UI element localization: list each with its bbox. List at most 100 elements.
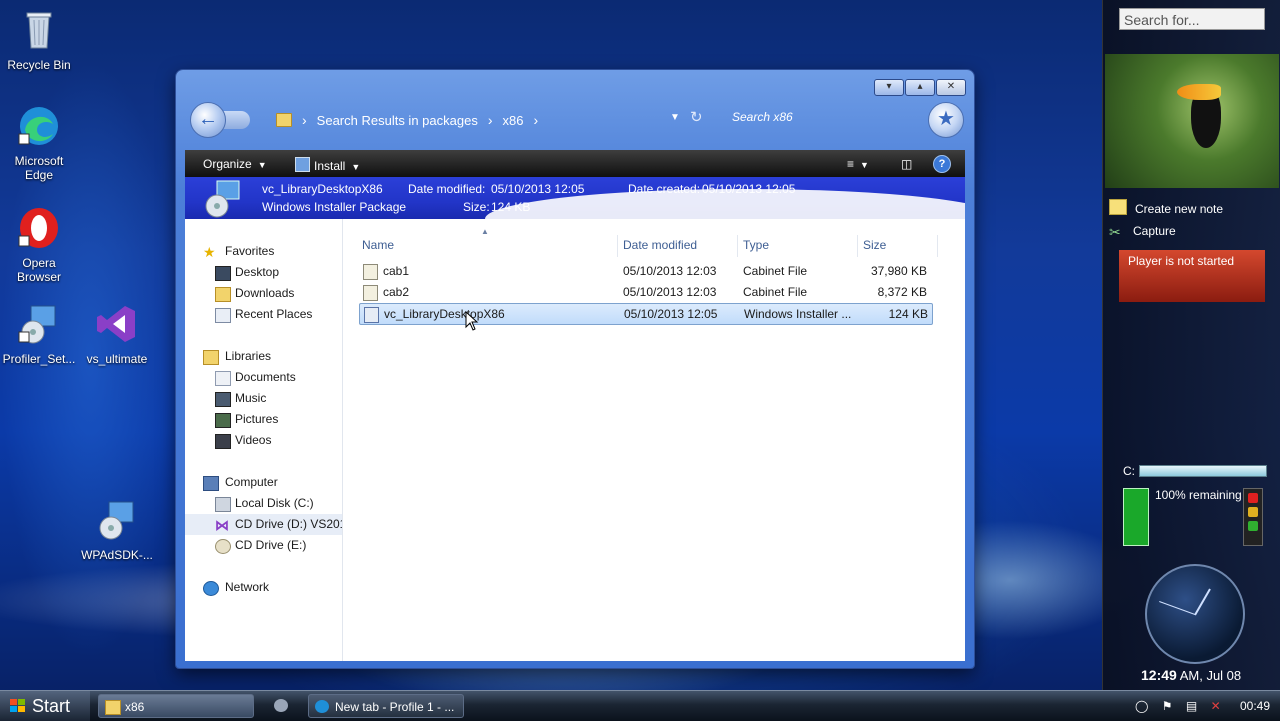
column-divider[interactable] bbox=[857, 235, 858, 257]
column-divider[interactable] bbox=[937, 235, 938, 257]
desktop-icon-label: Microsoft Edge bbox=[14, 154, 64, 182]
chevron-down-icon: ▼ bbox=[257, 160, 267, 170]
yellow-light-icon bbox=[1248, 507, 1258, 517]
file-list: ▲ Name Date modified Type Size cab1 05/1… bbox=[355, 219, 965, 661]
desktop-icon-opera[interactable]: Opera Browser bbox=[0, 206, 78, 284]
help-icon[interactable]: ? bbox=[933, 155, 951, 173]
preview-pane-button[interactable]: ◫ bbox=[901, 157, 912, 171]
network-tray-icon[interactable]: ▤ bbox=[1186, 699, 1197, 713]
network-icon bbox=[203, 581, 219, 596]
note-icon bbox=[1109, 199, 1127, 215]
drive-label: C: bbox=[1123, 464, 1135, 478]
nav-label: Local Disk (C:) bbox=[235, 496, 314, 510]
file-row-cab2[interactable]: cab2 05/10/2013 12:03 Cabinet File 8,372… bbox=[359, 282, 931, 302]
back-button[interactable]: ← bbox=[190, 102, 226, 138]
nav-item-local-disk[interactable]: Local Disk (C:) bbox=[185, 493, 342, 514]
nav-item-network[interactable]: Network bbox=[185, 577, 342, 598]
nav-item-libraries[interactable]: Libraries bbox=[185, 346, 342, 367]
column-header-size[interactable]: Size bbox=[863, 235, 886, 255]
tray-expand-icon[interactable]: ◯ bbox=[1135, 699, 1148, 713]
details-file-name: vc_LibraryDesktopX86 bbox=[262, 182, 383, 196]
nav-item-favorites[interactable]: ★ Favorites bbox=[185, 241, 342, 262]
folder-icon bbox=[276, 113, 292, 127]
create-note-link[interactable]: Create new note bbox=[1109, 199, 1223, 216]
maximize-button[interactable]: ▴ bbox=[905, 79, 935, 96]
action-center-flag-icon[interactable]: ⚑ bbox=[1162, 699, 1173, 713]
red-light-icon bbox=[1248, 493, 1258, 503]
view-options-button[interactable]: ≡ ▼ bbox=[847, 157, 869, 171]
breadcrumb-item-x86[interactable]: x86 bbox=[503, 113, 524, 128]
clock-minute-hand bbox=[1159, 601, 1196, 615]
minimize-button[interactable]: ▾ bbox=[874, 79, 904, 96]
column-header-type[interactable]: Type bbox=[743, 235, 769, 255]
taskbar-item-browser[interactable]: New tab - Profile 1 - ... bbox=[308, 694, 464, 718]
clock-date: AM, Jul 08 bbox=[1179, 668, 1242, 683]
nav-item-cd-drive-e[interactable]: CD Drive (E:) bbox=[185, 535, 342, 556]
nav-item-pictures[interactable]: Pictures bbox=[185, 409, 342, 430]
visual-studio-icon bbox=[97, 306, 135, 342]
details-pane: vc_LibraryDesktopX86 Windows Installer P… bbox=[185, 177, 965, 219]
desktop-icon-edge[interactable]: Microsoft Edge bbox=[0, 104, 78, 182]
organize-button[interactable]: Organize ▼ bbox=[203, 157, 267, 171]
slideshow-gadget[interactable] bbox=[1105, 54, 1279, 188]
refresh-icon[interactable]: ↻ bbox=[690, 108, 703, 126]
libraries-icon bbox=[203, 350, 219, 365]
nav-item-documents[interactable]: Documents bbox=[185, 367, 342, 388]
nav-item-music[interactable]: Music bbox=[185, 388, 342, 409]
computer-icon bbox=[203, 476, 219, 491]
folder-icon bbox=[105, 700, 121, 715]
nav-item-videos[interactable]: Videos bbox=[185, 430, 342, 451]
explorer-window: ▾ ▴ ✕ ← › Search Results in packages › x… bbox=[176, 70, 974, 668]
nav-label: Favorites bbox=[225, 244, 275, 258]
details-size-value: 124 KB bbox=[491, 200, 531, 214]
file-row-vc-library-desktop-x86[interactable]: vc_LibraryDesktopX86 05/10/2013 12:05 Wi… bbox=[359, 303, 933, 325]
tray-clock[interactable]: 00:49 bbox=[1240, 699, 1270, 713]
search-input[interactable]: Search x86 bbox=[732, 110, 793, 124]
nav-item-computer[interactable]: Computer bbox=[185, 472, 342, 493]
downloads-folder-icon bbox=[215, 287, 231, 302]
chevron-right-icon[interactable]: › bbox=[488, 112, 493, 128]
desktop-icon-vs-ultimate[interactable]: vs_ultimate bbox=[78, 302, 156, 366]
details-size-label: Size: bbox=[463, 200, 490, 214]
volume-muted-icon[interactable]: ✕ bbox=[1211, 699, 1221, 713]
column-header-date-modified[interactable]: Date modified bbox=[623, 235, 697, 255]
column-header-name[interactable]: Name bbox=[362, 235, 394, 255]
breadcrumb-item-search-results[interactable]: Search Results in packages bbox=[317, 113, 478, 128]
desktop-icon-recycle-bin[interactable]: Recycle Bin bbox=[0, 8, 78, 72]
chevron-right-icon[interactable]: › bbox=[533, 112, 538, 128]
organize-label: Organize bbox=[203, 157, 252, 171]
nav-item-downloads[interactable]: Downloads bbox=[185, 283, 342, 304]
install-button[interactable]: Install ▼ bbox=[295, 157, 360, 173]
start-button[interactable]: Start bbox=[0, 691, 90, 721]
cabinet-file-icon bbox=[363, 285, 378, 301]
nav-label: CD Drive (E:) bbox=[235, 538, 307, 552]
nav-item-desktop[interactable]: Desktop bbox=[185, 262, 342, 283]
close-button[interactable]: ✕ bbox=[936, 79, 966, 96]
file-date: 05/10/2013 12:03 bbox=[623, 285, 717, 299]
column-divider[interactable] bbox=[617, 235, 618, 257]
clock-hour-hand bbox=[1194, 588, 1211, 616]
taskbar-item-media[interactable] bbox=[268, 694, 296, 718]
capture-link[interactable]: ✂ Capture bbox=[1109, 224, 1176, 240]
nav-item-cd-drive-d[interactable]: ⋈ CD Drive (D:) VS2013 bbox=[185, 514, 342, 535]
star-icon[interactable]: ★ bbox=[928, 102, 964, 138]
file-row-cab1[interactable]: cab1 05/10/2013 12:03 Cabinet File 37,98… bbox=[359, 261, 931, 281]
address-dropdown-icon[interactable]: ▼ bbox=[670, 112, 680, 123]
desktop-icon-profiler-setup[interactable]: Profiler_Set... bbox=[0, 302, 78, 366]
column-divider[interactable] bbox=[737, 235, 738, 257]
windows-sidebar: Search for... Create new note ✂ Capture P… bbox=[1102, 0, 1280, 690]
taskbar-item-x86[interactable]: x86 bbox=[98, 694, 254, 718]
back-arrow-icon: ← bbox=[198, 108, 218, 130]
sidebar-search-input[interactable]: Search for... bbox=[1119, 8, 1265, 30]
media-player-gadget[interactable]: Player is not started bbox=[1119, 250, 1265, 302]
status-lights bbox=[1243, 488, 1263, 546]
nav-item-recent-places[interactable]: Recent Places bbox=[185, 304, 342, 325]
recent-places-icon bbox=[215, 308, 231, 323]
clock-time: 12:49 bbox=[1141, 667, 1177, 683]
drive-usage-bar bbox=[1139, 465, 1267, 477]
breadcrumb: › Search Results in packages › x86 › bbox=[276, 109, 538, 131]
chevron-right-icon[interactable]: › bbox=[302, 112, 307, 128]
scissors-icon: ✂ bbox=[1109, 224, 1121, 240]
green-light-icon bbox=[1248, 521, 1258, 531]
desktop-icon-wpadsdk[interactable]: WPAdSDK-... bbox=[78, 498, 156, 562]
